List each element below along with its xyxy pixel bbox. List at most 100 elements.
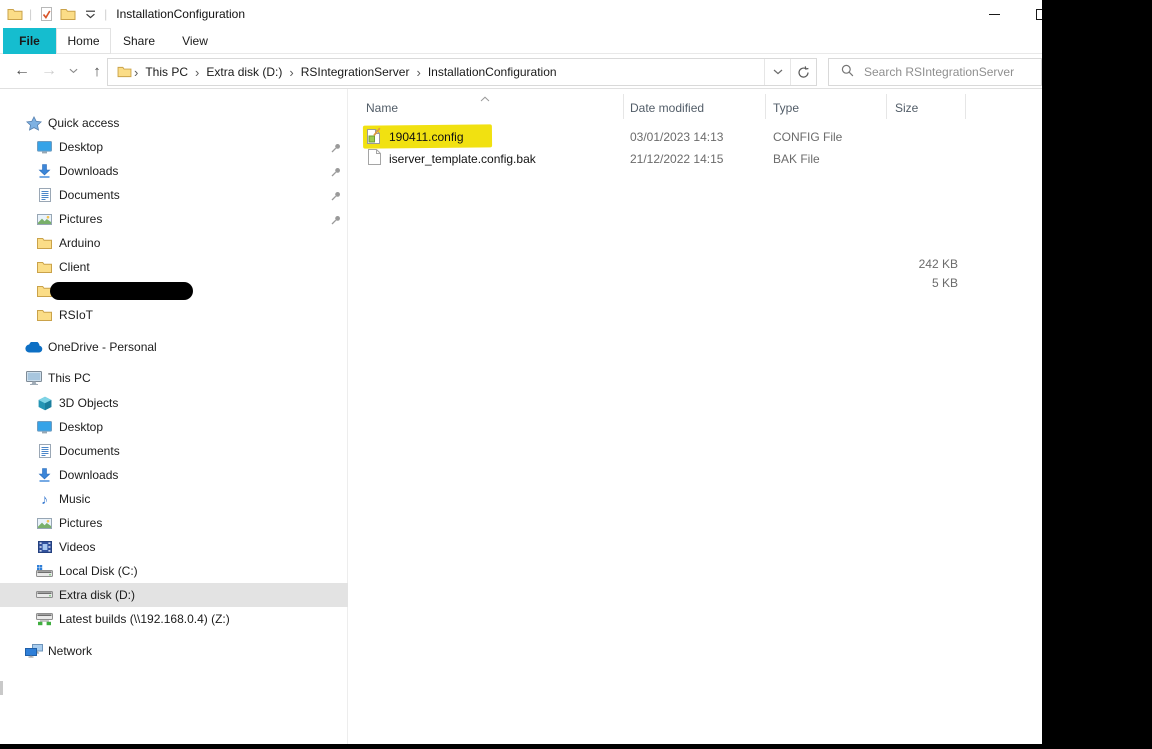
sidebar-item-label: 3D Objects: [59, 396, 118, 410]
config-file-icon: [366, 127, 381, 148]
column-header-type[interactable]: Type: [773, 97, 799, 119]
search-icon: [841, 64, 854, 80]
minimize-button[interactable]: [979, 0, 1009, 28]
quick-access-toolbar-dropdown-icon[interactable]: [79, 3, 101, 25]
sidebar-item-videos[interactable]: Videos: [0, 535, 348, 559]
sidebar-item-desktop[interactable]: Desktop: [0, 415, 348, 439]
downloads-icon: [35, 468, 54, 482]
sidebar-item-pictures-pinned[interactable]: Pictures: [0, 207, 348, 231]
sidebar-item-music[interactable]: ♪ Music: [0, 487, 348, 511]
sidebar-item-label: Network: [48, 644, 92, 658]
column-separator[interactable]: [965, 94, 966, 119]
sidebar-item-downloads[interactable]: Downloads: [0, 463, 348, 487]
redaction-bar-bottom: [0, 744, 1152, 749]
sidebar-item-desktop-pinned[interactable]: Desktop: [0, 135, 348, 159]
downloads-icon: [35, 164, 54, 178]
file-list-pane: Name Date modified Type Size 190411.conf…: [348, 89, 1042, 744]
sidebar-item-label: Documents: [59, 444, 120, 458]
breadcrumb: › This PC › Extra disk (D:) › RSIntegrat…: [108, 61, 764, 83]
back-button[interactable]: ←: [8, 55, 36, 87]
desktop-icon: [35, 421, 54, 434]
recent-locations-chevron-icon[interactable]: [62, 55, 84, 87]
file-explorer-window: | | InstallationConfiguration File Home …: [0, 0, 1152, 749]
new-folder-quick-button[interactable]: [57, 3, 79, 25]
sidebar-item-label: Downloads: [59, 164, 118, 178]
breadcrumb-this-pc[interactable]: This PC: [139, 65, 194, 79]
pictures-icon: [35, 214, 54, 225]
column-header-name[interactable]: Name: [366, 97, 398, 119]
sidebar-item-downloads-pinned[interactable]: Downloads: [0, 159, 348, 183]
pictures-icon: [35, 518, 54, 529]
network-icon: [24, 644, 43, 658]
tab-share[interactable]: Share: [111, 28, 167, 54]
sidebar-scrollbar-remnant[interactable]: [0, 681, 3, 695]
sidebar-item-extra-disk-d[interactable]: Extra disk (D:): [0, 583, 348, 607]
sidebar-item-label: Latest builds (\\192.168.0.4) (Z:): [59, 612, 230, 626]
column-header-size[interactable]: Size: [895, 97, 918, 119]
tab-home[interactable]: Home: [56, 28, 111, 54]
sidebar-item-label: RSIoT: [59, 308, 93, 322]
sidebar-item-arduino[interactable]: Arduino: [0, 231, 348, 255]
sidebar-item-documents[interactable]: Documents: [0, 439, 348, 463]
tab-file[interactable]: File: [3, 28, 56, 54]
file-row-iserver-template[interactable]: iserver_template.config.bak 21/12/2022 1…: [348, 147, 1042, 171]
sidebar-item-documents-pinned[interactable]: Documents: [0, 183, 348, 207]
window-folder-icon: [4, 3, 26, 25]
sidebar-item-quick-access[interactable]: Quick access: [0, 111, 348, 135]
this-pc-monitor-icon: [24, 371, 43, 385]
file-row-190411-config[interactable]: 190411.config 03/01/2023 14:13 CONFIG Fi…: [348, 125, 1042, 149]
tab-view[interactable]: View: [167, 28, 223, 54]
sidebar-item-label: Desktop: [59, 140, 103, 154]
sidebar-item-this-pc[interactable]: This PC: [0, 366, 348, 390]
sidebar-item-label: Quick access: [48, 116, 119, 130]
sidebar-item-label: OneDrive - Personal: [48, 340, 157, 354]
local-disk-c-icon: [35, 565, 54, 577]
sidebar-item-client[interactable]: Client: [0, 255, 348, 279]
refresh-icon[interactable]: [790, 59, 816, 85]
folder-icon: [35, 261, 54, 274]
column-separator[interactable]: [886, 94, 887, 119]
folder-icon: [35, 237, 54, 250]
search-input[interactable]: [864, 65, 1029, 79]
redaction-area-right: [1042, 0, 1152, 749]
sidebar-item-label: Videos: [59, 540, 95, 554]
sidebar-item-pictures[interactable]: Pictures: [0, 511, 348, 535]
navigation-pane: Quick access Desktop Downloads Documents…: [0, 89, 348, 744]
sidebar-item-latest-builds-z[interactable]: Latest builds (\\192.168.0.4) (Z:): [0, 607, 348, 631]
column-header-date-modified[interactable]: Date modified: [630, 97, 704, 119]
sidebar-item-label: Local Disk (C:): [59, 564, 138, 578]
properties-quick-button[interactable]: [35, 3, 57, 25]
address-bar[interactable]: › This PC › Extra disk (D:) › RSIntegrat…: [107, 58, 817, 86]
file-date-modified: 03/01/2023 14:13: [630, 125, 723, 149]
forward-button[interactable]: →: [36, 55, 62, 87]
file-size: 242 KB: [848, 254, 958, 274]
search-box[interactable]: [828, 58, 1042, 86]
column-separator[interactable]: [623, 94, 624, 119]
file-name[interactable]: 190411.config: [389, 125, 464, 149]
sidebar-item-label: Pictures: [59, 212, 102, 226]
sidebar-item-network[interactable]: Network: [0, 639, 348, 663]
breadcrumb-extra-disk[interactable]: Extra disk (D:): [200, 65, 288, 79]
sort-ascending-caret-icon: [480, 91, 490, 105]
breadcrumb-rsintegrationserver[interactable]: RSIntegrationServer: [295, 65, 416, 79]
address-history-chevron-icon[interactable]: [764, 59, 790, 85]
column-separator[interactable]: [765, 94, 766, 119]
documents-icon: [35, 188, 54, 202]
sidebar-item-rsiot[interactable]: RSIoT: [0, 303, 348, 327]
file-name[interactable]: iserver_template.config.bak: [389, 147, 536, 171]
sidebar-item-3d-objects[interactable]: 3D Objects: [0, 391, 348, 415]
window-title: InstallationConfiguration: [116, 7, 245, 21]
ribbon-tabs: File Home Share View: [0, 28, 1152, 54]
music-note-icon: ♪: [35, 492, 54, 506]
breadcrumb-installationconfiguration[interactable]: InstallationConfiguration: [422, 65, 563, 79]
sidebar-item-redacted[interactable]: [0, 279, 348, 303]
titlebar-separator: |: [29, 7, 32, 21]
sidebar-item-label: Desktop: [59, 420, 103, 434]
pin-icon: [331, 142, 341, 156]
file-type: BAK File: [773, 147, 820, 171]
extra-disk-d-icon: [35, 591, 54, 600]
sidebar-item-local-disk-c[interactable]: Local Disk (C:): [0, 559, 348, 583]
pin-icon: [331, 166, 341, 180]
breadcrumb-folder-icon: [115, 61, 133, 83]
sidebar-item-onedrive[interactable]: OneDrive - Personal: [0, 335, 348, 359]
